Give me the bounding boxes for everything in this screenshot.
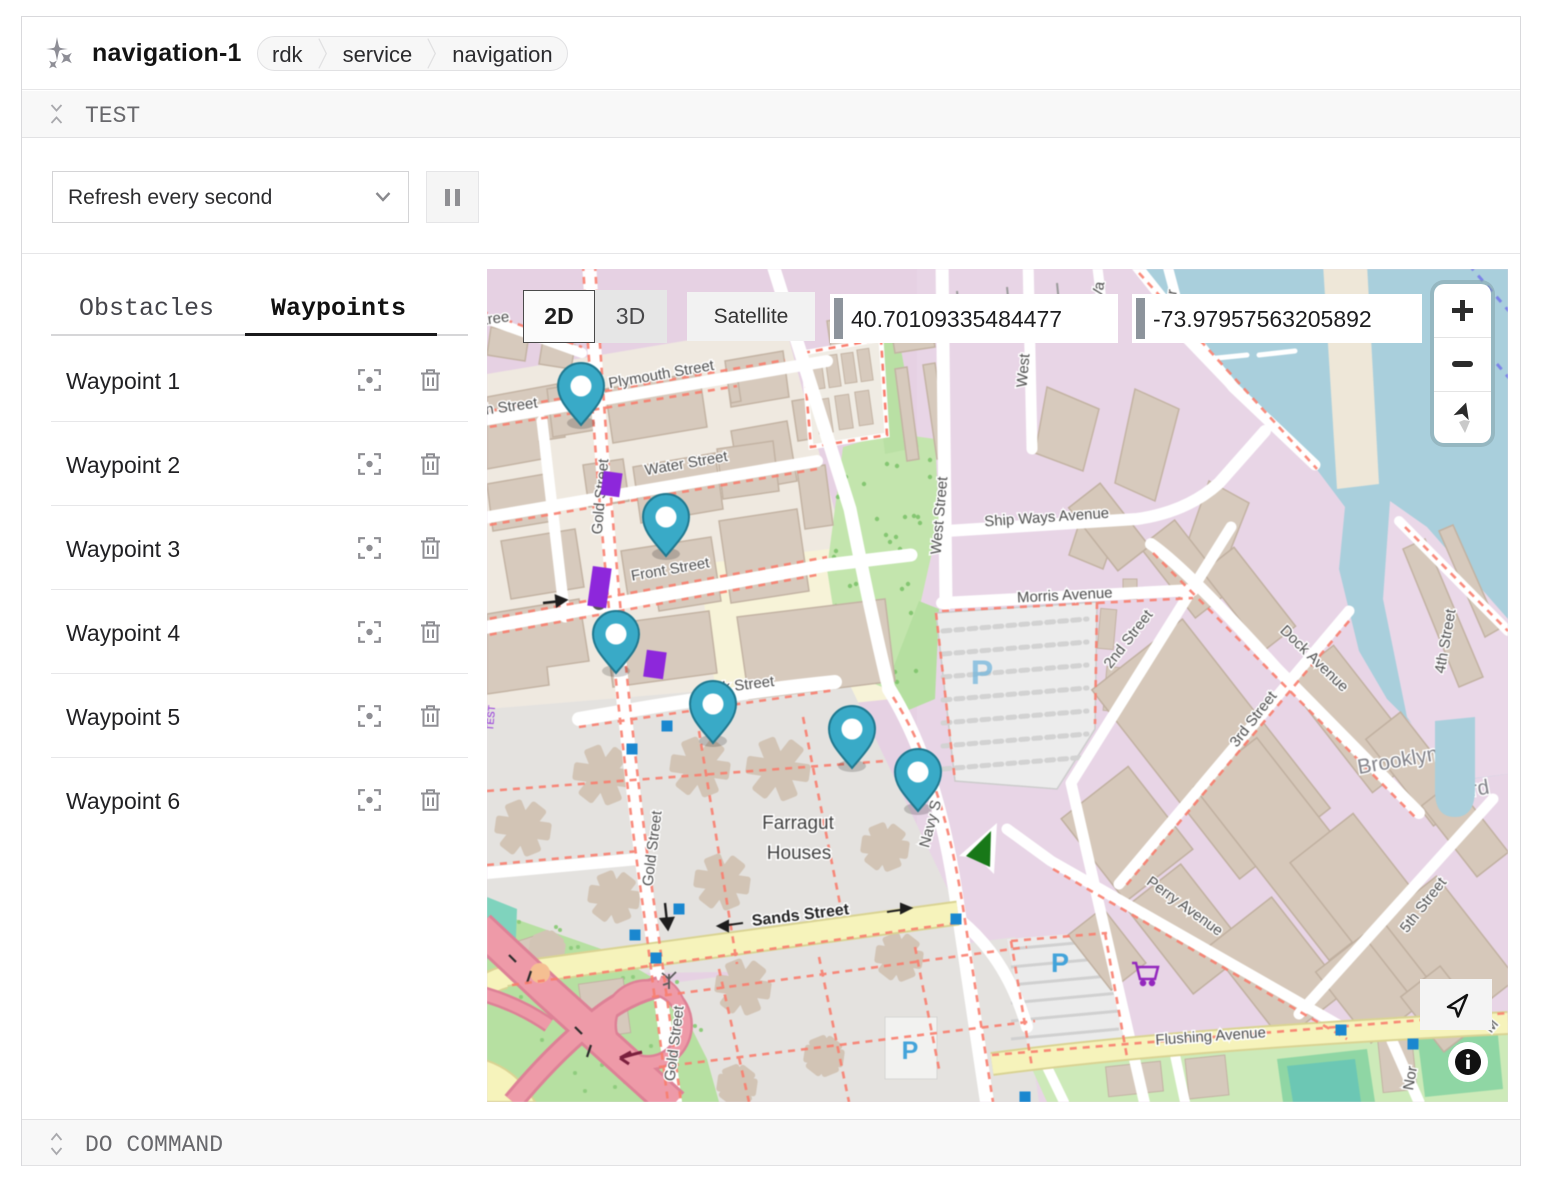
svg-text:Farragut: Farragut — [762, 813, 835, 834]
svg-text:West: West — [1014, 352, 1034, 388]
svg-text:P: P — [971, 654, 994, 692]
svg-text:Houses: Houses — [767, 843, 831, 864]
svg-text:P: P — [902, 1037, 919, 1065]
svg-text:P: P — [1051, 948, 1069, 978]
